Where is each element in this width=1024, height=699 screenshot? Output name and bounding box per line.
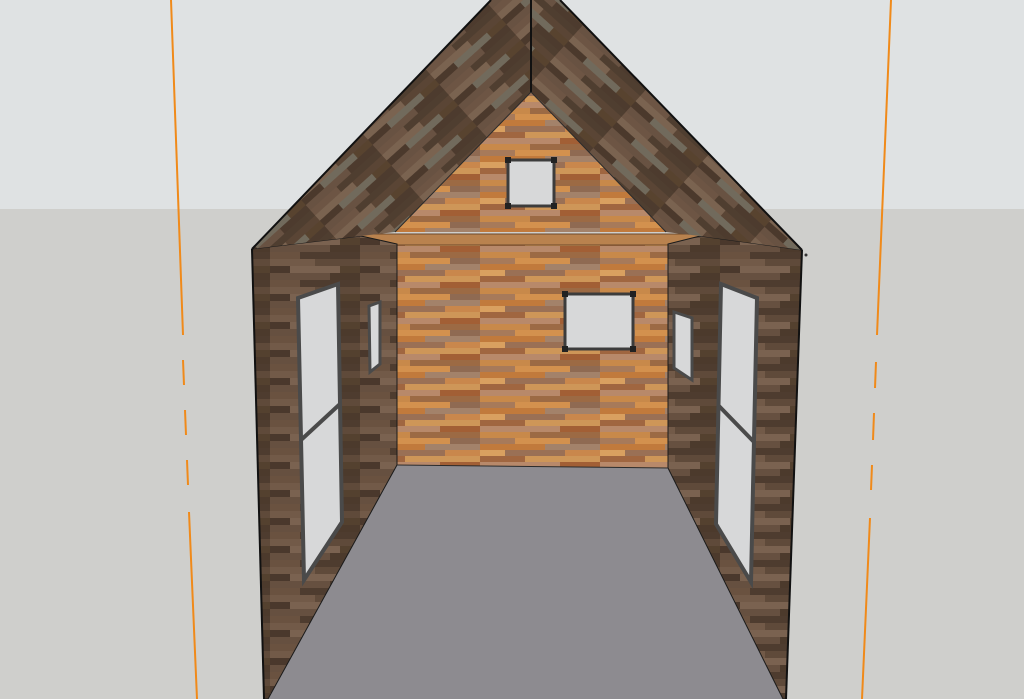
left-tall-window[interactable] bbox=[295, 281, 345, 587]
left-small-window[interactable] bbox=[367, 299, 382, 376]
gable-window[interactable] bbox=[505, 157, 557, 209]
right-tall-window[interactable] bbox=[713, 281, 760, 589]
back-wall[interactable] bbox=[395, 244, 668, 468]
cursor-speck bbox=[804, 253, 808, 257]
right-small-window[interactable] bbox=[672, 309, 694, 383]
sketchup-viewport[interactable] bbox=[0, 0, 1024, 699]
back-wall-window[interactable] bbox=[562, 291, 636, 352]
model-scene bbox=[0, 0, 1024, 699]
loft-shelf[interactable] bbox=[360, 233, 701, 246]
